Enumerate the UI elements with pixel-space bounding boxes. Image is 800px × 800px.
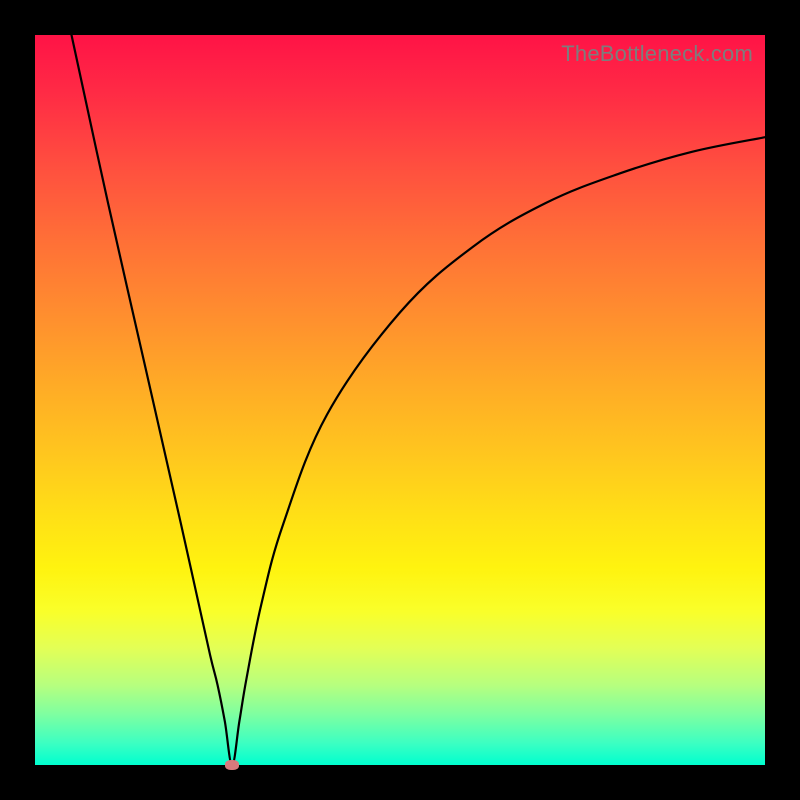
curve-path [72,35,766,765]
bottleneck-curve [35,35,765,765]
plot-area: TheBottleneck.com [35,35,765,765]
chart-frame: TheBottleneck.com [0,0,800,800]
minimum-point-marker [225,760,239,770]
